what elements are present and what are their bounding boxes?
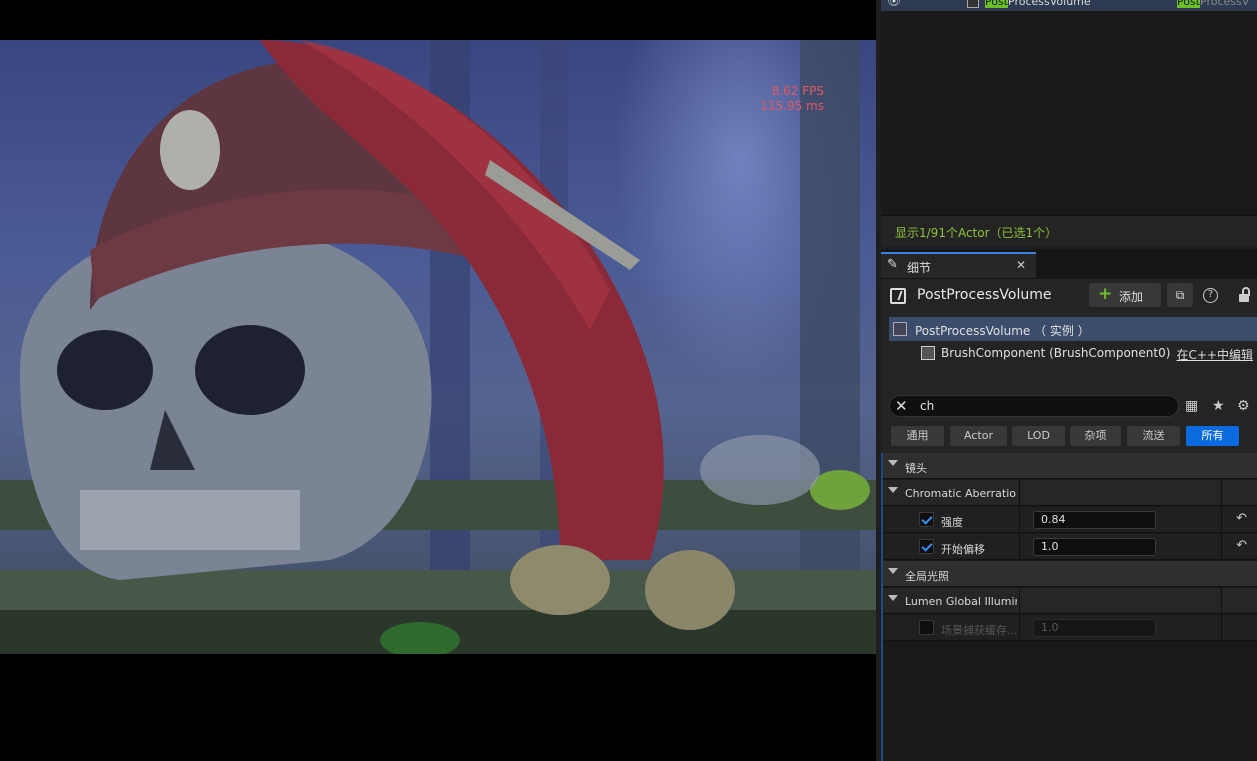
details-search-box[interactable]: ✕ <box>889 395 1179 417</box>
expand-arrow-icon <box>888 568 898 574</box>
plus-icon: + <box>1098 284 1113 304</box>
tab-details-label: 细节 <box>907 261 932 275</box>
category-label: 镜头 <box>905 462 927 475</box>
tab-details[interactable]: ✎ 细节 ✕ <box>881 252 1036 278</box>
scene-illustration <box>0 40 876 654</box>
category-lens[interactable]: 镜头 <box>883 453 1257 479</box>
fps-readout: 8.62 FPS <box>771 84 824 98</box>
filter-all[interactable]: 所有 <box>1186 426 1239 446</box>
right-panel: 👁 PostProcessVolume PostProcessV 显示1/91个… <box>876 0 1257 761</box>
outliner-row-postprocessvolume[interactable]: 👁 PostProcessVolume PostProcessV <box>881 0 1257 11</box>
component-label: PostProcessVolume （ 实例 ） <box>915 324 1090 338</box>
viewport-scene-image[interactable]: 8.62 FPS 115.95 ms <box>0 40 876 654</box>
expand-arrow-icon <box>888 460 898 466</box>
filter-misc[interactable]: 杂项 <box>1070 426 1121 446</box>
edit-in-cpp-link[interactable]: 在C++中编辑 <box>1177 346 1254 363</box>
override-checkbox-intensity[interactable] <box>919 512 934 527</box>
start-offset-value-field[interactable]: 1.0 <box>1033 538 1156 556</box>
cube-icon <box>921 346 935 360</box>
details-search-row: ✕ ▦ ★ ⚙ <box>881 393 1257 421</box>
outliner-row-label-rest: ProcessVolume <box>1008 0 1091 8</box>
pencil-icon: ✎ <box>887 257 898 272</box>
category-label: 全局光照 <box>905 570 949 583</box>
clear-search-icon[interactable]: ✕ <box>895 397 908 415</box>
filter-actor[interactable]: Actor <box>950 426 1007 446</box>
lock-icon[interactable] <box>1237 287 1251 303</box>
volume-component-icon <box>893 322 907 336</box>
details-search-input[interactable] <box>920 399 1160 413</box>
outliner-row-type: PostProcessV <box>1177 0 1250 8</box>
category-global-illumination[interactable]: 全局光照 <box>883 561 1257 587</box>
outliner-row-label: PostProcessVolume <box>985 0 1091 8</box>
property-list: 镜头 Chromatic Aberration 强度 0.84 ↶ 开始偏移 1… <box>881 453 1257 761</box>
filter-streaming[interactable]: 流送 <box>1127 426 1180 446</box>
filter-button-row: 通用 Actor LOD 杂项 流送 所有 <box>881 424 1257 448</box>
subcategory-lumen-gi[interactable]: Lumen Global Illuminat <box>883 588 1257 614</box>
close-icon[interactable]: ✕ <box>1016 258 1026 272</box>
gear-icon[interactable]: ⚙ <box>1237 398 1250 414</box>
expand-arrow-icon <box>888 595 898 601</box>
hierarchy-icon: ⧉ <box>1175 288 1185 302</box>
outliner: 👁 PostProcessVolume PostProcessV <box>881 0 1257 215</box>
component-tree: PostProcessVolume （ 实例 ） BrushComponent … <box>889 317 1257 367</box>
subcategory-label: Chromatic Aberration <box>905 487 1017 500</box>
subcategory-chromatic-aberration[interactable]: Chromatic Aberration <box>883 480 1257 506</box>
actor-count-text: 显示1/91个Actor（已选1个） <box>895 226 1058 240</box>
outliner-row-type-rest: ProcessV <box>1200 0 1250 8</box>
property-label: 开始偏移 <box>941 543 985 556</box>
component-row-instance[interactable]: PostProcessVolume （ 实例 ） <box>889 317 1257 341</box>
postprocess-volume-icon <box>890 288 906 304</box>
add-component-button[interactable]: + 添加 <box>1089 283 1161 307</box>
component-row-brush[interactable]: BrushComponent (BrushComponent0) 在C++中编辑 <box>889 341 1257 365</box>
details-body: PostProcessVolume + 添加 ⧉ ? PostProcessVo… <box>881 279 1257 761</box>
property-row-intensity: 强度 0.84 ↶ <box>883 507 1257 533</box>
help-icon[interactable]: ? <box>1203 288 1218 303</box>
level-viewport[interactable]: 8.62 FPS 115.95 ms <box>0 0 876 761</box>
intensity-value-field[interactable]: 0.84 <box>1033 511 1156 529</box>
component-label: BrushComponent (BrushComponent0) <box>941 346 1171 360</box>
selected-actor-title: PostProcessVolume <box>917 287 1052 303</box>
subcategory-label: Lumen Global Illuminat <box>905 595 1017 608</box>
details-title-row: PostProcessVolume + 添加 ⧉ ? <box>881 279 1257 311</box>
property-row-start-offset: 开始偏移 1.0 ↶ <box>883 534 1257 560</box>
actor-type-icon <box>967 0 979 8</box>
blueprint-button[interactable]: ⧉ <box>1167 283 1193 307</box>
search-match-highlight: Post <box>985 0 1009 8</box>
frame-time-readout: 115.95 ms <box>760 99 824 113</box>
filter-lod[interactable]: LOD <box>1012 426 1065 446</box>
reset-to-default-icon[interactable]: ↶ <box>1236 511 1247 526</box>
property-label: 强度 <box>941 516 963 529</box>
type-match-highlight: Post <box>1177 0 1201 8</box>
property-label: 场景捕获缓存... <box>941 624 1017 637</box>
override-checkbox-start-offset[interactable] <box>919 539 934 554</box>
visibility-eye-icon[interactable]: 👁 <box>887 0 901 7</box>
scene-capture-value-field: 1.0 <box>1033 619 1156 637</box>
reset-to-default-icon[interactable]: ↶ <box>1236 538 1247 553</box>
table-view-icon[interactable]: ▦ <box>1185 398 1198 414</box>
expand-arrow-icon <box>888 487 898 493</box>
add-component-label: 添加 <box>1119 290 1144 304</box>
property-row-scene-capture: 场景捕获缓存... 1.0 <box>883 615 1257 641</box>
details-panel: ✎ 细节 ✕ PostProcessVolume + 添加 ⧉ ? PostPr… <box>881 249 1257 761</box>
filter-general[interactable]: 通用 <box>891 426 944 446</box>
outliner-status-bar: 显示1/91个Actor（已选1个） <box>881 215 1257 247</box>
override-checkbox-scene-capture[interactable] <box>919 620 934 635</box>
star-icon[interactable]: ★ <box>1212 398 1225 414</box>
